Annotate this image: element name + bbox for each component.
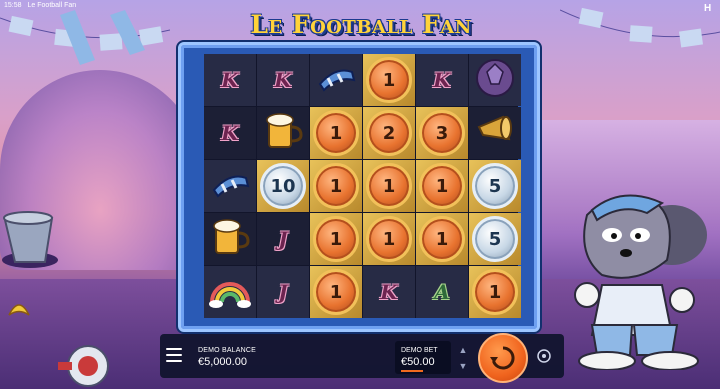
reel-cell bbox=[204, 213, 256, 265]
bet-value: €50.00 bbox=[401, 356, 435, 368]
coin-symbol: 10 bbox=[260, 163, 306, 209]
coin-symbol: 1 bbox=[366, 216, 412, 262]
coin-symbol: 1 bbox=[313, 110, 359, 156]
reel-cell: 1 bbox=[469, 266, 521, 318]
game-logo: Le Football Fan bbox=[250, 9, 472, 39]
coin-symbol: 1 bbox=[313, 269, 359, 315]
bet-label: DEMO BET bbox=[401, 347, 438, 354]
beer-mug-icon bbox=[208, 215, 252, 264]
coin-symbol: 1 bbox=[472, 269, 518, 315]
reel-cell: K bbox=[204, 54, 256, 106]
reel-cell: 5 bbox=[469, 160, 521, 212]
home-icon[interactable]: H bbox=[704, 4, 714, 14]
reel-cell: K bbox=[204, 107, 256, 159]
coin-symbol: 1 bbox=[313, 216, 359, 262]
letter-symbol-k: K bbox=[274, 68, 292, 92]
reel-cell: 5 bbox=[469, 213, 521, 265]
reel-cell bbox=[257, 107, 309, 159]
reel-cell: K bbox=[257, 54, 309, 106]
coin-symbol: 2 bbox=[366, 110, 412, 156]
scarf-icon bbox=[314, 56, 358, 105]
menu-button[interactable] bbox=[166, 348, 182, 362]
coin-symbol: 5 bbox=[472, 216, 518, 262]
banana-peel-icon bbox=[8, 304, 30, 316]
coin-symbol: 3 bbox=[419, 110, 465, 156]
football-icon bbox=[473, 56, 517, 105]
reel-cell: 3 bbox=[416, 107, 468, 159]
letter-symbol-a: A bbox=[434, 280, 450, 304]
coin-symbol: 1 bbox=[313, 163, 359, 209]
reel-cell: 1 bbox=[363, 54, 415, 106]
letter-symbol-k: K bbox=[221, 121, 239, 145]
game-title-small: Le Football Fan bbox=[27, 2, 77, 9]
balance-label: DEMO BALANCE bbox=[198, 347, 257, 354]
coin-symbol: 1 bbox=[366, 163, 412, 209]
horn-icon bbox=[473, 109, 517, 158]
letter-symbol-j: J bbox=[278, 227, 288, 251]
reel-cell bbox=[469, 107, 521, 159]
reel-cell: 1 bbox=[416, 213, 468, 265]
reel-cell: 1 bbox=[310, 107, 362, 159]
reel-cell bbox=[204, 160, 256, 212]
letter-symbol-k: K bbox=[380, 280, 398, 304]
scarf-icon bbox=[208, 162, 252, 211]
reel-cell: 1 bbox=[363, 213, 415, 265]
beer-mug-icon bbox=[261, 109, 305, 158]
bet-increase-icon[interactable]: ▲ bbox=[457, 345, 469, 355]
reel-cell: J bbox=[257, 213, 309, 265]
reel-cell: 1 bbox=[310, 160, 362, 212]
bet-indicator-bar bbox=[401, 370, 423, 372]
coin-symbol: 1 bbox=[419, 163, 465, 209]
reel-cell bbox=[310, 54, 362, 106]
fire-hydrant-icon bbox=[58, 345, 109, 387]
autoplay-icon[interactable] bbox=[536, 348, 552, 364]
spin-button[interactable] bbox=[478, 333, 528, 383]
reel-cell: J bbox=[257, 266, 309, 318]
reel-cell: 1 bbox=[310, 213, 362, 265]
reel-cell: 1 bbox=[416, 160, 468, 212]
coin-symbol: 5 bbox=[472, 163, 518, 209]
bunting-right-icon bbox=[560, 7, 720, 48]
raccoon-mascot-icon bbox=[574, 194, 707, 370]
bet-decrease-icon[interactable]: ▼ bbox=[457, 361, 469, 371]
spin-arrows-icon bbox=[490, 346, 515, 370]
clock-text: 15:58 bbox=[4, 2, 22, 9]
reel-cell: 1 bbox=[310, 266, 362, 318]
reel-cell: 10 bbox=[257, 160, 309, 212]
reel-cell: 1 bbox=[363, 160, 415, 212]
reel-grid: K K 1 K K 1 2 3 10 1 1 1 5 J 1 1 1 5 J 1 K A 1 bbox=[204, 54, 521, 318]
rainbow-icon bbox=[208, 268, 252, 317]
reel-cell bbox=[469, 54, 521, 106]
top-status-bar: 15:58 Le Football Fan bbox=[4, 2, 76, 9]
reel-cell: K bbox=[363, 266, 415, 318]
reel-cell: A bbox=[416, 266, 468, 318]
letter-symbol-k: K bbox=[221, 68, 239, 92]
reel-cell: 2 bbox=[363, 107, 415, 159]
reel-cell: K bbox=[416, 54, 468, 106]
balance-value: €5,000.00 bbox=[198, 356, 247, 368]
reel-cell bbox=[204, 266, 256, 318]
trash-bin-icon bbox=[2, 211, 58, 268]
coin-symbol: 1 bbox=[419, 216, 465, 262]
coin-symbol: 1 bbox=[366, 57, 412, 103]
scarf-streamer-icon bbox=[60, 10, 145, 65]
letter-symbol-k: K bbox=[433, 68, 451, 92]
letter-symbol-j: J bbox=[278, 280, 288, 304]
